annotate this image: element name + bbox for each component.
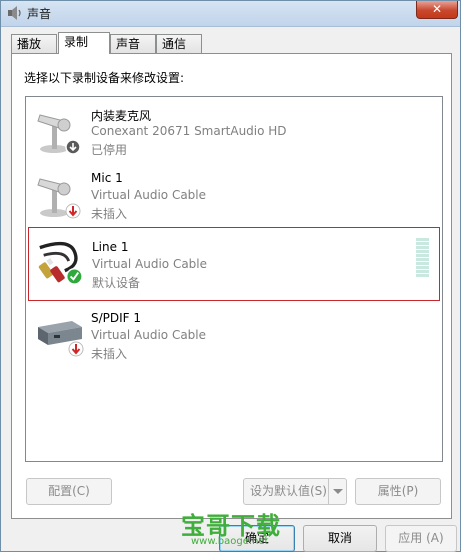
speaker-icon: [8, 6, 21, 20]
tab-playback[interactable]: 播放: [11, 34, 57, 53]
device-description: Virtual Audio Cable: [91, 188, 207, 202]
device-item[interactable]: S/PDIF 1 Virtual Audio Cable 未插入: [28, 303, 440, 365]
device-description: Virtual Audio Cable: [92, 257, 208, 271]
tab-sounds[interactable]: 声音: [110, 34, 156, 53]
device-description: Conexant 20671 SmartAudio HD: [91, 124, 287, 138]
tab-recording[interactable]: 录制: [58, 32, 110, 54]
sound-dialog: 声音 ✕ 播放 录制 声音 通信 选择以下录制设备来修改设置: 内装麦克风 Co…: [0, 0, 461, 552]
microphone-icon: [37, 114, 81, 155]
digital-audio-box-icon: [38, 321, 84, 357]
close-button[interactable]: ✕: [416, 1, 458, 19]
set-default-button[interactable]: 设为默认值(S): [243, 478, 347, 505]
window-title: 声音: [27, 7, 52, 21]
instruction-label: 选择以下录制设备来修改设置:: [24, 71, 185, 85]
device-name: Line 1: [92, 240, 129, 254]
device-status: 未插入: [91, 347, 128, 361]
device-description: Virtual Audio Cable: [91, 328, 207, 342]
device-name: Mic 1: [91, 171, 123, 185]
ok-button[interactable]: 确定: [219, 525, 295, 552]
device-item[interactable]: Mic 1 Virtual Audio Cable 未插入: [28, 163, 440, 225]
apply-button[interactable]: 应用 (A): [385, 525, 457, 552]
set-default-label: 设为默认值(S): [250, 484, 327, 498]
level-meter: [416, 238, 429, 278]
device-name: S/PDIF 1: [91, 311, 142, 325]
title-bar: 声音 ✕: [1, 1, 460, 27]
cancel-button[interactable]: 取消: [303, 525, 377, 552]
device-list[interactable]: 内装麦克风 Conexant 20671 SmartAudio HD 已停用 M…: [25, 96, 443, 462]
recording-panel: 选择以下录制设备来修改设置: 内装麦克风 Conexant 20671 Smar…: [11, 53, 452, 519]
microphone-icon: [37, 178, 81, 219]
device-status: 未插入: [91, 207, 128, 221]
rca-cable-icon: [38, 241, 83, 285]
tab-communications[interactable]: 通信: [156, 34, 202, 53]
device-item-selected[interactable]: Line 1 Virtual Audio Cable 默认设备: [28, 227, 440, 301]
properties-button[interactable]: 属性(P): [355, 478, 441, 505]
close-icon: ✕: [431, 2, 443, 16]
device-item[interactable]: 内装麦克风 Conexant 20671 SmartAudio HD 已停用: [28, 99, 440, 161]
device-status: 默认设备: [92, 276, 141, 290]
device-name: 内装麦克风: [91, 109, 152, 123]
device-status: 已停用: [91, 143, 128, 157]
chevron-down-icon[interactable]: [328, 479, 346, 504]
configure-button[interactable]: 配置(C): [26, 478, 112, 505]
